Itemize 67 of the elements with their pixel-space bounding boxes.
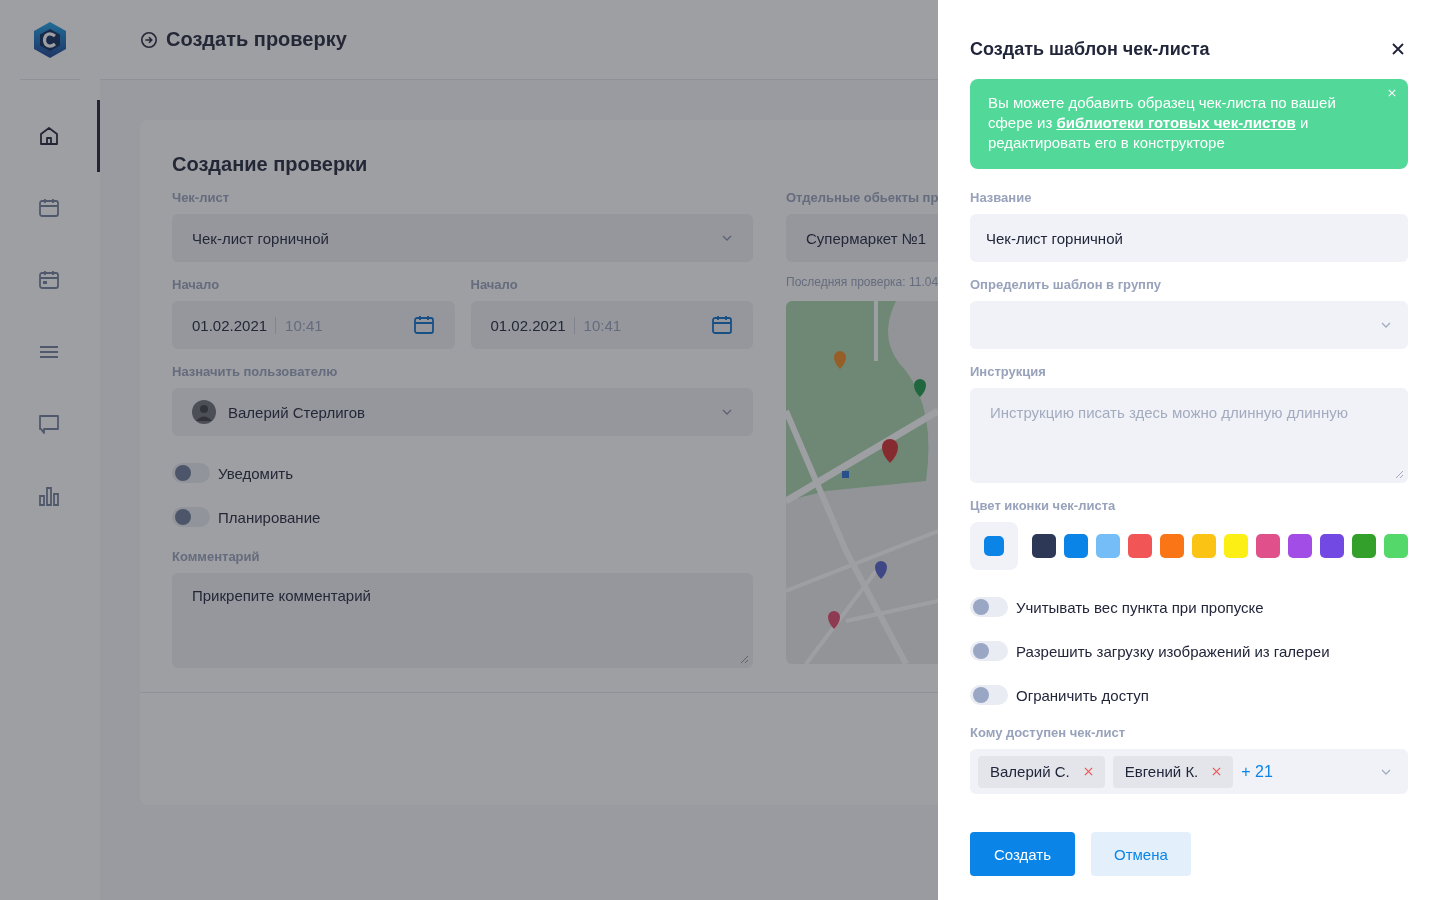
toggle-switch[interactable]: [172, 463, 210, 483]
close-icon[interactable]: [1392, 43, 1404, 55]
checklist-select[interactable]: Чек-лист горничной: [172, 214, 753, 262]
field-label: Отдельные обьекты пр: [786, 190, 938, 206]
drawer-title: Создать шаблон чек-листа: [970, 38, 1210, 60]
comment-field[interactable]: Прикрепите комментарий: [172, 573, 753, 668]
bar-chart-icon: [36, 484, 61, 508]
color-swatch[interactable]: [1288, 534, 1312, 558]
field-label: Определить шаблон в группу: [970, 277, 1163, 293]
toggle-switch[interactable]: [970, 685, 1008, 705]
chat-bubble-icon: [36, 412, 61, 436]
color-swatch[interactable]: [1096, 534, 1120, 558]
chevron-down-icon: [721, 408, 733, 416]
toggle-label: Разрешить загрузку изображений из галереи: [1016, 642, 1330, 660]
toggle-label: Учитывать вес пункта при пропуске: [1016, 598, 1264, 616]
color-swatch[interactable]: [1256, 534, 1280, 558]
remove-icon[interactable]: [1083, 767, 1093, 776]
chevron-down-icon: [1380, 767, 1392, 776]
create-button[interactable]: Создать: [970, 832, 1075, 876]
field-label: Инструкция: [970, 364, 1047, 380]
avatar-icon: [192, 400, 216, 424]
chevron-down-icon: [721, 234, 733, 242]
color-swatch[interactable]: [1384, 534, 1408, 558]
toggle-switch[interactable]: [970, 597, 1008, 617]
color-swatch[interactable]: [1192, 534, 1216, 558]
form-title: Создание проверки: [172, 152, 369, 176]
calendar-icon[interactable]: [711, 314, 733, 336]
color-swatch[interactable]: [1064, 534, 1088, 558]
chevron-down-icon: [1380, 321, 1392, 329]
toggle-switch[interactable]: [172, 507, 210, 527]
last-check-text: Последняя проверка: 11.04: [786, 275, 938, 289]
field-label: Начало: [172, 277, 221, 293]
toggle-label: Ограничить доступ: [1016, 686, 1149, 704]
user-chip[interactable]: Евгений К.: [1112, 755, 1234, 788]
toggle-label: Уведомить: [218, 464, 293, 482]
alert-text: Вы можете добавить образец чек-листа по вашей сфере из библиотеки готовых чек-листов и редактировать его в конструкторе: [988, 93, 1337, 153]
resize-handle-icon[interactable]: [1394, 469, 1404, 479]
calendar-icon: [36, 196, 61, 220]
remove-icon[interactable]: [1212, 767, 1222, 776]
calendar-icon[interactable]: [412, 314, 435, 336]
field-label: Начало: [470, 277, 519, 293]
access-select[interactable]: Валерий С. Евгений К. + 21: [970, 749, 1408, 794]
object-select[interactable]: Супермаркет №1: [786, 214, 938, 262]
toggle-label: Планирование: [218, 508, 321, 526]
resize-handle-icon[interactable]: [739, 654, 749, 664]
color-swatch[interactable]: [1224, 534, 1248, 558]
color-swatch[interactable]: [1032, 534, 1056, 558]
cancel-button[interactable]: Отмена: [1091, 832, 1191, 876]
color-swatch[interactable]: [1160, 534, 1184, 558]
page-title: Создать проверку: [166, 28, 347, 51]
field-label: Цвет иконки чек-листа: [970, 498, 1117, 514]
user-chip[interactable]: Валерий С.: [978, 755, 1105, 788]
logo-icon: [32, 20, 68, 59]
color-swatch[interactable]: [1128, 534, 1152, 558]
color-swatch[interactable]: [1320, 534, 1344, 558]
name-field[interactable]: Чек-лист горничной: [970, 214, 1408, 262]
calendar-icon: [36, 268, 61, 292]
field-label: Чек-лист: [172, 190, 231, 206]
field-label: Название: [970, 190, 1033, 206]
toggle-switch[interactable]: [970, 641, 1008, 661]
assignee-select[interactable]: Валерий Стерлигов: [172, 388, 753, 436]
color-swatch[interactable]: [1352, 534, 1376, 558]
field-label: Комментарий: [172, 549, 261, 565]
arrow-circle-icon[interactable]: [140, 30, 158, 49]
more-count[interactable]: + 21: [1241, 762, 1273, 781]
field-label: Назначить пользователю: [172, 364, 339, 380]
field-label: Кому доступен чек-лист: [970, 725, 1127, 741]
